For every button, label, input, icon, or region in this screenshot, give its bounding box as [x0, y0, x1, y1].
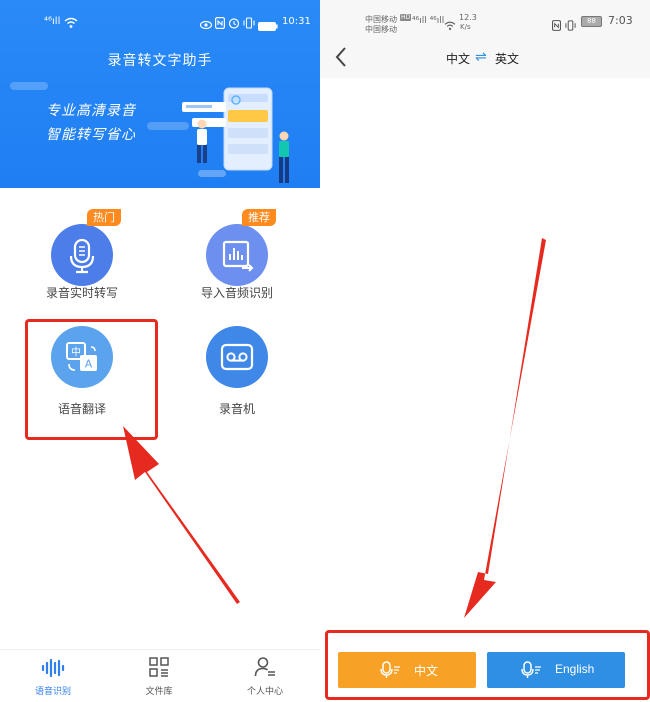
wifi-icon — [444, 16, 456, 35]
red-arrow-up — [123, 426, 240, 604]
waveform-icon — [41, 658, 65, 678]
import-audio-button[interactable] — [206, 224, 268, 286]
network-speed-unit: K/s — [460, 23, 471, 31]
microphone-icon — [380, 661, 400, 678]
nfc-icon — [215, 14, 226, 33]
decor-stripe — [10, 82, 48, 90]
grid-icon — [149, 657, 169, 677]
bottom-navigation: 语音识别 文件库 个人中心 — [0, 649, 320, 702]
chinese-button-label: 中文 — [414, 664, 439, 678]
network-speed: 12.3 — [459, 13, 477, 22]
slogan-line-1: 专业高清录音 — [46, 103, 136, 119]
recommend-badge: 推荐 — [242, 209, 276, 226]
signal-indicator: ⁴⁶ıll ⁴⁶ıll — [412, 16, 445, 26]
swap-language-icon[interactable]: ⇌ — [475, 49, 487, 65]
alarm-icon — [228, 14, 240, 33]
translate-header: 中国移动 中国移动 HD ⁴⁶ıll ⁴⁶ıll 12.3 K/s 88 7:0… — [320, 0, 650, 78]
person-icon — [254, 657, 275, 677]
microphone-icon — [521, 661, 541, 678]
hd-badge: HD — [400, 14, 412, 21]
banner-illustration — [182, 87, 289, 183]
nav-profile[interactable]: 个人中心 — [212, 650, 318, 702]
battery-level: 88 — [581, 16, 602, 27]
slogan-line-2: 智能转写省心 — [46, 127, 136, 143]
nav-label: 个人中心 — [246, 687, 283, 697]
eye-icon — [199, 15, 213, 34]
red-arrow-down — [464, 238, 546, 618]
english-record-button[interactable]: English — [487, 652, 625, 688]
battery-icon — [258, 16, 278, 35]
hot-badge: 热门 — [87, 209, 121, 226]
recorder-button[interactable] — [206, 326, 268, 388]
import-audio-label: 导入音频识别 — [200, 286, 273, 300]
right-screen: 中国移动 中国移动 HD ⁴⁶ıll ⁴⁶ıll 12.3 K/s 88 7:0… — [320, 0, 650, 702]
signal-indicator: ⁴⁶ıll — [44, 16, 61, 27]
chevron-left-icon — [335, 47, 346, 67]
back-button[interactable] — [334, 46, 348, 72]
carrier-2: 中国移动 — [365, 25, 397, 34]
banner: ⁴⁶ıll 10:31 录音转文字助手 专业高清录音 智能转写省心 — [0, 0, 320, 188]
status-time: 7:03 — [608, 14, 633, 27]
audio-import-icon — [222, 240, 254, 272]
wifi-icon — [64, 14, 78, 33]
nfc-icon — [552, 16, 562, 35]
left-screen: ⁴⁶ıll 10:31 录音转文字助手 专业高清录音 智能转写省心 热门 录音实… — [0, 0, 321, 702]
nav-speech-recognition[interactable]: 语音识别 — [0, 650, 106, 702]
vibrate-icon — [243, 14, 255, 33]
app-title: 录音转文字助手 — [107, 53, 213, 69]
realtime-transcribe-button[interactable] — [51, 224, 113, 286]
source-language[interactable]: 中文 — [446, 50, 470, 67]
nav-label: 语音识别 — [34, 687, 71, 697]
recorder-label: 录音机 — [218, 402, 255, 416]
vibrate-icon — [565, 16, 576, 35]
nav-file-library[interactable]: 文件库 — [106, 650, 212, 702]
microphone-icon — [69, 238, 95, 274]
nav-label: 文件库 — [145, 687, 173, 697]
status-time: 10:31 — [282, 16, 311, 27]
target-language[interactable]: 英文 — [495, 50, 519, 67]
recorder-icon — [220, 343, 254, 371]
english-button-label: English — [555, 662, 595, 676]
chinese-record-button[interactable]: 中文 — [338, 652, 476, 688]
realtime-transcribe-label: 录音实时转写 — [45, 286, 118, 300]
